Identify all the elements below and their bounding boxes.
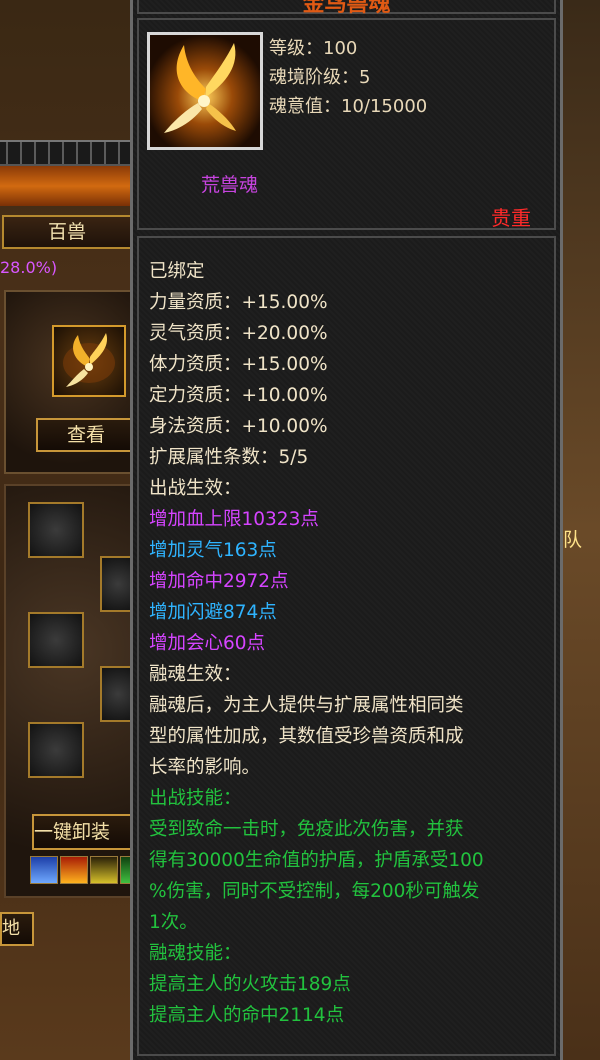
- tooltip-title: 金鸟兽魂: [302, 0, 391, 17]
- tooltip-line: 出战生效：: [149, 478, 242, 499]
- right-text-fragment: 队: [563, 529, 583, 551]
- tooltip-line: 增加灵气163点: [149, 540, 277, 561]
- tooltip-body: 已绑定力量资质：+15.00% 灵气资质：+20.00% 体力资质：+15.00% 定…: [149, 256, 553, 1031]
- tooltip-line: 已绑定: [149, 261, 205, 282]
- skill-fire-icon[interactable]: [60, 856, 88, 884]
- pet-soul-slot[interactable]: [52, 325, 126, 397]
- stat-soul-rank-value: 5: [359, 67, 371, 88]
- tooltip-line: 融魂后，为主人提供与扩展属性相同类: [149, 695, 464, 716]
- ornament-strip: [0, 140, 140, 166]
- item-tooltip: 金鸟兽魂 等级：100 魂境阶级：5 魂意值：10/15000 荒兽魂 贵重 已…: [130, 0, 563, 1060]
- skill-lightning-icon[interactable]: [90, 856, 118, 884]
- view-button[interactable]: 查看: [36, 418, 136, 452]
- tooltip-line: 扩展属性条数：5/5: [149, 447, 309, 468]
- item-type: 荒兽魂: [201, 174, 259, 196]
- tooltip-line: 增加会心60点: [149, 633, 266, 654]
- tooltip-line: 受到致命一击时，免疫此次伤害，并获: [149, 819, 464, 840]
- tooltip-line: 增加命中2972点: [149, 571, 289, 592]
- tooltip-line: 身法资质：+10.00%: [149, 416, 328, 437]
- tooltip-line: 力量资质：+15.00%: [149, 292, 328, 313]
- stat-level: 等级：100: [269, 34, 357, 60]
- stat-soul-intent-value: 10/15000: [341, 96, 428, 117]
- tooltip-line: 提高主人的命中2114点: [149, 1005, 345, 1026]
- stat-soul-intent: 魂意值：10/15000: [269, 92, 427, 118]
- equip-slot-5[interactable]: [28, 722, 84, 778]
- tooltip-line: 体力资质：+15.00%: [149, 354, 328, 375]
- stat-soul-rank: 魂境阶级：5: [269, 63, 370, 89]
- stat-level-value: 100: [323, 38, 358, 59]
- tooltip-line: %伤害，同时不受控制，每200秒可触发: [149, 881, 480, 902]
- tooltip-line: 提高主人的火攻击189点: [149, 974, 351, 995]
- item-rarity: 贵重: [491, 206, 531, 230]
- land-button[interactable]: 地: [0, 912, 34, 946]
- tooltip-line: 得有30000生命值的护盾，护盾承受100: [149, 850, 484, 871]
- skill-star-icon[interactable]: [30, 856, 58, 884]
- golden-wing-soul-icon: [150, 35, 260, 147]
- stat-soul-intent-label: 魂意值：: [269, 96, 341, 117]
- golden-wing-small-icon: [63, 333, 115, 387]
- tooltip-line: 型的属性加成，其数值受珍兽资质和成: [149, 726, 464, 747]
- tooltip-line: 定力资质：+10.00%: [149, 385, 328, 406]
- tooltip-line: 融魂技能：: [149, 943, 242, 964]
- item-icon-frame: [147, 32, 263, 150]
- tooltip-line: 长率的影响。: [149, 757, 261, 778]
- tooltip-line: 出战技能：: [149, 788, 242, 809]
- percent-text: 28.0%): [0, 258, 58, 277]
- tab-baishou[interactable]: 百兽: [2, 215, 132, 249]
- equip-slot-1[interactable]: [28, 502, 84, 558]
- tooltip-line: 融魂生效：: [149, 664, 242, 685]
- tooltip-line: 增加闪避874点: [149, 602, 277, 623]
- equip-slot-3[interactable]: [28, 612, 84, 668]
- tooltip-line: 1次。: [149, 912, 198, 933]
- unload-all-button[interactable]: 一键卸装: [32, 814, 140, 850]
- tooltip-line: 增加血上限10323点: [149, 509, 319, 530]
- stat-level-label: 等级：: [269, 38, 323, 59]
- header-bar: [0, 166, 140, 206]
- stat-soul-rank-label: 魂境阶级：: [269, 67, 359, 88]
- tooltip-line: 灵气资质：+20.00%: [149, 323, 328, 344]
